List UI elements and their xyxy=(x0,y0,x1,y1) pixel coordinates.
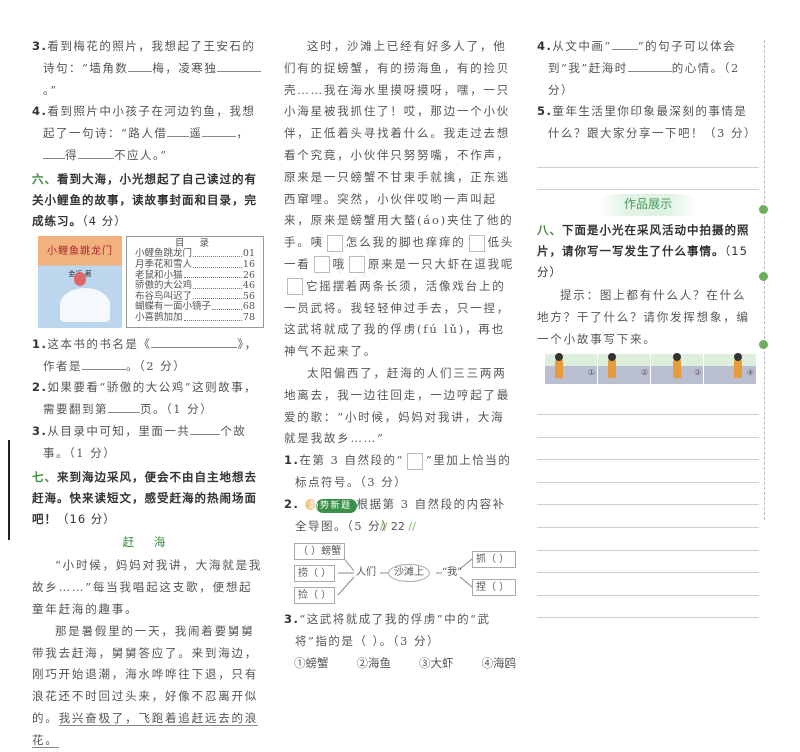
section-6-heading: 六、看到大海，小光想起了自己读过的有关小鲤鱼的故事，读故事封面和目录，完成练习。… xyxy=(32,171,257,228)
middle-column: 这时，沙滩上已经有好多人了，他们有的捉螃蟹，有的捞海鱼，有的捡贝壳……我在海水里… xyxy=(284,36,516,675)
story-paragraph-2: 那是暑假里的一天，我闹着要舅舅带我去赶海，舅舅答应了。来到海边，刚巧开始退潮，海… xyxy=(32,623,259,748)
story-paragraph-3: 这时，沙滩上已经有好多人了，他们有的捉螃蟹，有的捞海鱼，有的捡贝壳……我在海水里… xyxy=(284,39,515,359)
mind-map: （ ）螃蟹 捞（ ） 捡（ ） 人们 沙滩上 “我” 抓（ ） 捏（ ） xyxy=(284,541,516,605)
writing-line[interactable] xyxy=(537,505,759,528)
punctuation-box[interactable] xyxy=(468,234,485,252)
section-8-heading: 八、下面是小光在采风活动中拍摄的照片，请你写一写发生了什么事情。（15 分） xyxy=(537,222,750,279)
book-cover: 小鲤鱼跳龙门 金近 著 xyxy=(38,235,122,328)
fill-in-blank[interactable] xyxy=(43,146,65,159)
answer-line[interactable] xyxy=(537,145,759,168)
punctuation-box[interactable] xyxy=(326,234,343,252)
fill-in-blank[interactable] xyxy=(108,400,140,414)
map-people: 人们 xyxy=(356,567,376,579)
option[interactable]: ①螃蟹 xyxy=(294,653,329,675)
showcase-banner: 作品展示 xyxy=(600,194,696,216)
underlined-sentence: 我兴奋极了，飞跑着追赶远去的浪花。 xyxy=(32,710,259,748)
fill-in-blank[interactable] xyxy=(167,124,190,138)
writing-line[interactable] xyxy=(537,528,759,551)
writing-hint: 提示：图上都有什么人？在什么地方？干了什么？请你发挥想象，编一个小故事写下来。 xyxy=(537,287,750,346)
fill-in-blank[interactable] xyxy=(217,59,262,72)
mid-question-1: 1.在第 3 自然段的“ ”里加上恰当的标点符号。（3 分） xyxy=(284,452,512,489)
margin-dot xyxy=(759,272,768,281)
trend-badge: 趋势新题 xyxy=(310,498,357,513)
page-number: // 22 // xyxy=(380,520,416,533)
fill-in-blank[interactable] xyxy=(627,59,672,72)
left-column: 3.看到梅花的照片，我想起了王安石的诗句：“墙角数 梅，凌寒独。” 4.看到照片中… xyxy=(32,36,264,752)
photo-strip: ① ② ③ ④ xyxy=(545,353,759,385)
photo-4: ④ xyxy=(704,353,756,385)
story-paragraph-4: 太阳偏西了，赶海的人们三三两两地离去，我一边往回走，一边哼起了最爱的歌：“小时候… xyxy=(284,365,511,446)
section-7-heading: 七、来到海边采风，便会不由自主地想去赶海。快来读短文，感受赶海的热闹场面吧！（1… xyxy=(32,469,257,526)
question-4: 4.看到照片中小孩子在河边钓鱼，我想起了一句诗：“路人借遥，得 不应人。” xyxy=(32,104,256,162)
margin-dot xyxy=(759,340,768,349)
writing-line[interactable] xyxy=(537,551,759,574)
punctuation-box[interactable] xyxy=(313,256,330,274)
map-box-pick[interactable]: 捡（ ） xyxy=(294,587,336,605)
fill-in-blank[interactable] xyxy=(82,357,126,370)
story-paragraph-1: “小时候，妈妈对我讲，大海就是我故乡……”每当我唱起这支歌，便想起童年赶海的趣事… xyxy=(32,558,263,616)
margin-dot xyxy=(759,205,768,214)
fill-in-blank[interactable] xyxy=(128,59,153,72)
sample-box xyxy=(406,452,423,470)
photo-3: ③ xyxy=(651,353,703,385)
toc-entry: 月季花和雪人 16 xyxy=(135,258,255,270)
map-box-fish[interactable]: 捞（ ） xyxy=(294,565,336,583)
page-binding-edge xyxy=(8,440,10,540)
fill-in-blank[interactable] xyxy=(78,146,114,159)
photo-2: ② xyxy=(598,353,650,385)
writing-line[interactable] xyxy=(537,392,759,415)
right-question-5: 5.童年生活里你印象最深刻的事情是什么？跟大家分享一下吧！（3 分） xyxy=(537,104,757,141)
answer-line[interactable] xyxy=(537,168,759,191)
map-box-pinch[interactable]: 捏（ ） xyxy=(472,579,516,597)
punctuation-box[interactable] xyxy=(348,256,365,274)
writing-line[interactable] xyxy=(537,596,759,619)
fill-in-blank[interactable] xyxy=(611,37,638,50)
section-6-question-1: 1.这本书的书名是《 》，作者是 。（2 分） xyxy=(32,335,258,373)
writing-line[interactable] xyxy=(537,483,759,506)
answer-options: ①螃蟹 ②海鱼 ③大虾 ④海鸥 xyxy=(284,653,516,675)
mid-question-3: 3.“这武将就成了我的俘虏”中的“武将”指的是（ ）。（3 分） xyxy=(284,612,491,649)
writing-line[interactable] xyxy=(537,438,759,461)
option[interactable]: ③大虾 xyxy=(419,653,454,675)
writing-line[interactable] xyxy=(537,573,759,596)
writing-line[interactable] xyxy=(537,460,759,483)
photo-1: ① xyxy=(545,353,597,385)
map-me: “我” xyxy=(442,567,463,579)
fill-in-blank[interactable] xyxy=(151,335,238,348)
map-box-catch[interactable]: 抓（ ） xyxy=(472,551,516,569)
question-3: 3.看到梅花的照片，我想起了王安石的诗句：“墙角数 梅，凌寒独。” xyxy=(32,36,264,101)
section-6-question-2: 2.如果要看“骄傲的大公鸡”这则故事，需要翻到第 页。（1 分） xyxy=(32,380,258,417)
writing-line[interactable] xyxy=(537,415,759,438)
punctuation-box[interactable] xyxy=(287,278,303,296)
right-column: 4.从文中画“ ”的句子可以体会到“我”赶海时 的心情。（2 分） 5.童年生活里你… xyxy=(537,36,759,619)
story-title: 赶 海 xyxy=(122,534,174,549)
section-6-question-3: 3.从目录中可知，里面一共 个故事。（1 分） xyxy=(32,422,247,460)
carp-illustration xyxy=(74,271,86,286)
option[interactable]: ④海鸥 xyxy=(482,653,517,675)
book-figure: 小鲤鱼跳龙门 金近 著 目 录 小鲤鱼跳龙门01月季花和雪人16老鼠和小猫26骄… xyxy=(38,235,264,328)
fill-in-blank[interactable] xyxy=(202,124,237,138)
table-of-contents: 目 录 小鲤鱼跳龙门 01 月季花和雪人 16 老鼠和小猫 26 骄傲的大公鸡 46 布谷鸟叫迟… xyxy=(126,235,264,328)
fill-in-blank[interactable] xyxy=(190,422,221,435)
option[interactable]: ②海鱼 xyxy=(357,653,392,675)
right-question-4: 4.从文中画“ ”的句子可以体会到“我”赶海时 的心情。（2 分） xyxy=(537,37,740,97)
map-box-crab[interactable]: （ ）螃蟹 xyxy=(294,543,346,561)
toc-entry: 小喜鹊加加 78 xyxy=(135,311,255,323)
wave-illustration xyxy=(60,287,110,322)
